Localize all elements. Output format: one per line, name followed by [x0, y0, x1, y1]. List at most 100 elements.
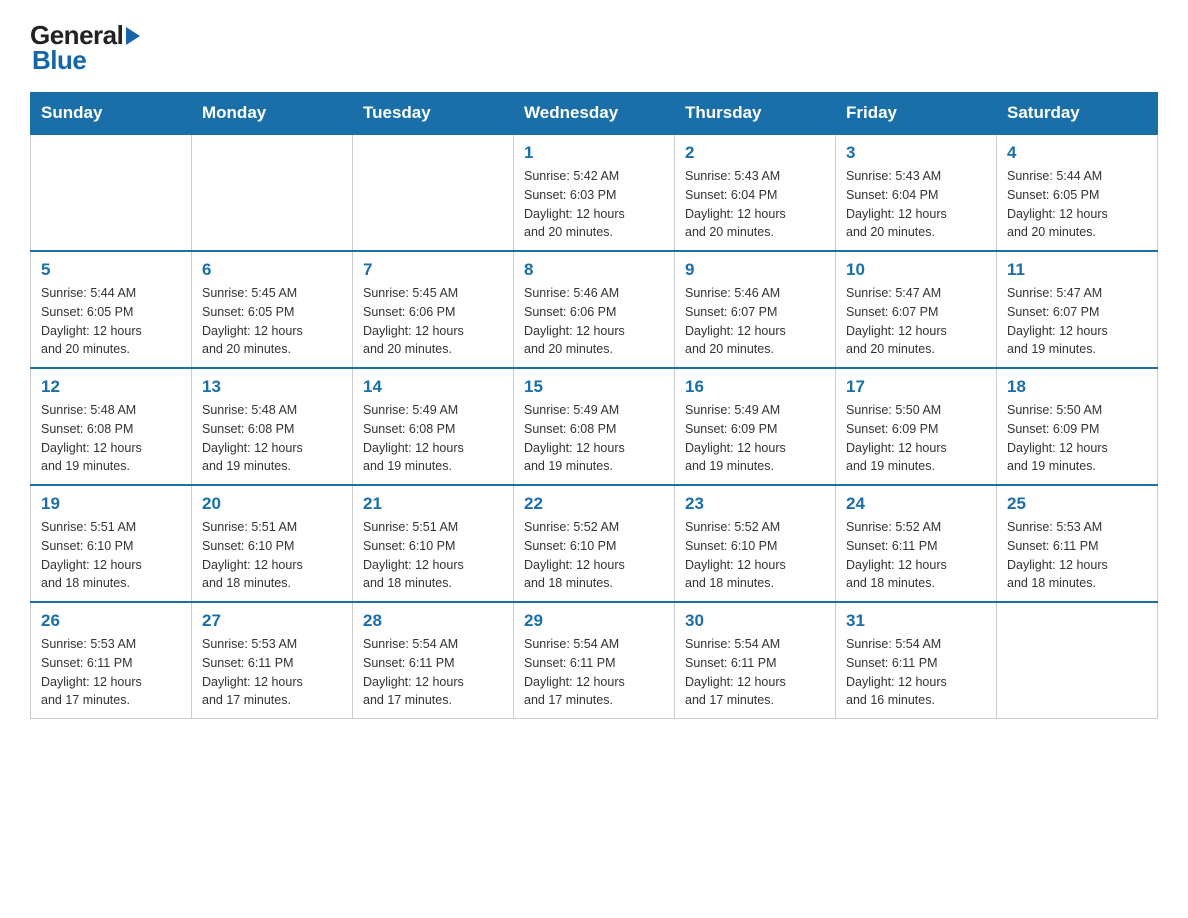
day-number: 17	[846, 377, 986, 397]
day-number: 30	[685, 611, 825, 631]
logo-blue-text: Blue	[30, 45, 86, 76]
day-header-sunday: Sunday	[31, 93, 192, 135]
day-header-monday: Monday	[192, 93, 353, 135]
day-info: Sunrise: 5:51 AM Sunset: 6:10 PM Dayligh…	[202, 518, 342, 593]
day-info: Sunrise: 5:53 AM Sunset: 6:11 PM Dayligh…	[1007, 518, 1147, 593]
day-number: 28	[363, 611, 503, 631]
logo: General Blue	[30, 20, 147, 76]
calendar-cell	[31, 134, 192, 251]
day-number: 5	[41, 260, 181, 280]
day-number: 3	[846, 143, 986, 163]
calendar-week-row: 26 Sunrise: 5:53 AM Sunset: 6:11 PM Dayli…	[31, 602, 1158, 719]
calendar-cell: 27 Sunrise: 5:53 AM Sunset: 6:11 PM Dayli…	[192, 602, 353, 719]
calendar-cell: 3 Sunrise: 5:43 AM Sunset: 6:04 PM Daylig…	[836, 134, 997, 251]
day-info: Sunrise: 5:43 AM Sunset: 6:04 PM Dayligh…	[685, 167, 825, 242]
calendar-cell: 17 Sunrise: 5:50 AM Sunset: 6:09 PM Dayli…	[836, 368, 997, 485]
day-header-saturday: Saturday	[997, 93, 1158, 135]
day-info: Sunrise: 5:45 AM Sunset: 6:06 PM Dayligh…	[363, 284, 503, 359]
calendar-cell: 15 Sunrise: 5:49 AM Sunset: 6:08 PM Dayli…	[514, 368, 675, 485]
day-number: 16	[685, 377, 825, 397]
day-info: Sunrise: 5:48 AM Sunset: 6:08 PM Dayligh…	[202, 401, 342, 476]
day-info: Sunrise: 5:46 AM Sunset: 6:07 PM Dayligh…	[685, 284, 825, 359]
day-header-thursday: Thursday	[675, 93, 836, 135]
calendar-cell: 24 Sunrise: 5:52 AM Sunset: 6:11 PM Dayli…	[836, 485, 997, 602]
day-info: Sunrise: 5:52 AM Sunset: 6:10 PM Dayligh…	[685, 518, 825, 593]
day-number: 14	[363, 377, 503, 397]
day-number: 1	[524, 143, 664, 163]
day-number: 18	[1007, 377, 1147, 397]
calendar-cell: 19 Sunrise: 5:51 AM Sunset: 6:10 PM Dayli…	[31, 485, 192, 602]
calendar-week-row: 5 Sunrise: 5:44 AM Sunset: 6:05 PM Daylig…	[31, 251, 1158, 368]
day-number: 9	[685, 260, 825, 280]
calendar-cell: 30 Sunrise: 5:54 AM Sunset: 6:11 PM Dayli…	[675, 602, 836, 719]
calendar-cell: 25 Sunrise: 5:53 AM Sunset: 6:11 PM Dayli…	[997, 485, 1158, 602]
day-info: Sunrise: 5:52 AM Sunset: 6:11 PM Dayligh…	[846, 518, 986, 593]
day-number: 8	[524, 260, 664, 280]
day-number: 22	[524, 494, 664, 514]
day-header-tuesday: Tuesday	[353, 93, 514, 135]
day-number: 6	[202, 260, 342, 280]
day-number: 11	[1007, 260, 1147, 280]
calendar-cell: 21 Sunrise: 5:51 AM Sunset: 6:10 PM Dayli…	[353, 485, 514, 602]
day-info: Sunrise: 5:48 AM Sunset: 6:08 PM Dayligh…	[41, 401, 181, 476]
calendar-cell: 11Sunrise: 5:47 AM Sunset: 6:07 PM Dayli…	[997, 251, 1158, 368]
day-number: 21	[363, 494, 503, 514]
logo-arrow-icon	[125, 25, 145, 47]
day-number: 29	[524, 611, 664, 631]
calendar-cell: 1 Sunrise: 5:42 AM Sunset: 6:03 PM Daylig…	[514, 134, 675, 251]
calendar-cell: 6 Sunrise: 5:45 AM Sunset: 6:05 PM Daylig…	[192, 251, 353, 368]
day-number: 19	[41, 494, 181, 514]
calendar-cell: 5 Sunrise: 5:44 AM Sunset: 6:05 PM Daylig…	[31, 251, 192, 368]
day-info: Sunrise: 5:54 AM Sunset: 6:11 PM Dayligh…	[685, 635, 825, 710]
day-number: 31	[846, 611, 986, 631]
calendar-cell: 7 Sunrise: 5:45 AM Sunset: 6:06 PM Daylig…	[353, 251, 514, 368]
calendar-cell: 12Sunrise: 5:48 AM Sunset: 6:08 PM Dayli…	[31, 368, 192, 485]
calendar-cell	[997, 602, 1158, 719]
day-number: 26	[41, 611, 181, 631]
day-info: Sunrise: 5:49 AM Sunset: 6:08 PM Dayligh…	[363, 401, 503, 476]
calendar-table: SundayMondayTuesdayWednesdayThursdayFrid…	[30, 92, 1158, 719]
day-info: Sunrise: 5:53 AM Sunset: 6:11 PM Dayligh…	[41, 635, 181, 710]
calendar-cell: 4 Sunrise: 5:44 AM Sunset: 6:05 PM Daylig…	[997, 134, 1158, 251]
day-header-friday: Friday	[836, 93, 997, 135]
calendar-cell: 29 Sunrise: 5:54 AM Sunset: 6:11 PM Dayli…	[514, 602, 675, 719]
calendar-cell	[192, 134, 353, 251]
calendar-week-row: 1 Sunrise: 5:42 AM Sunset: 6:03 PM Daylig…	[31, 134, 1158, 251]
day-number: 25	[1007, 494, 1147, 514]
day-info: Sunrise: 5:44 AM Sunset: 6:05 PM Dayligh…	[1007, 167, 1147, 242]
day-number: 23	[685, 494, 825, 514]
calendar-cell: 14 Sunrise: 5:49 AM Sunset: 6:08 PM Dayli…	[353, 368, 514, 485]
day-info: Sunrise: 5:50 AM Sunset: 6:09 PM Dayligh…	[1007, 401, 1147, 476]
day-info: Sunrise: 5:54 AM Sunset: 6:11 PM Dayligh…	[524, 635, 664, 710]
day-info: Sunrise: 5:49 AM Sunset: 6:08 PM Dayligh…	[524, 401, 664, 476]
day-info: Sunrise: 5:44 AM Sunset: 6:05 PM Dayligh…	[41, 284, 181, 359]
calendar-cell: 31 Sunrise: 5:54 AM Sunset: 6:11 PM Dayli…	[836, 602, 997, 719]
day-number: 20	[202, 494, 342, 514]
day-number: 4	[1007, 143, 1147, 163]
day-info: Sunrise: 5:53 AM Sunset: 6:11 PM Dayligh…	[202, 635, 342, 710]
day-info: Sunrise: 5:47 AM Sunset: 6:07 PM Dayligh…	[846, 284, 986, 359]
page-header: General Blue	[30, 20, 1158, 76]
calendar-cell: 26 Sunrise: 5:53 AM Sunset: 6:11 PM Dayli…	[31, 602, 192, 719]
day-info: Sunrise: 5:42 AM Sunset: 6:03 PM Dayligh…	[524, 167, 664, 242]
day-number: 27	[202, 611, 342, 631]
day-number: 15	[524, 377, 664, 397]
day-info: Sunrise: 5:43 AM Sunset: 6:04 PM Dayligh…	[846, 167, 986, 242]
day-info: Sunrise: 5:50 AM Sunset: 6:09 PM Dayligh…	[846, 401, 986, 476]
calendar-cell: 28Sunrise: 5:54 AM Sunset: 6:11 PM Dayli…	[353, 602, 514, 719]
day-header-wednesday: Wednesday	[514, 93, 675, 135]
day-info: Sunrise: 5:51 AM Sunset: 6:10 PM Dayligh…	[363, 518, 503, 593]
calendar-cell: 13Sunrise: 5:48 AM Sunset: 6:08 PM Dayli…	[192, 368, 353, 485]
day-number: 10	[846, 260, 986, 280]
calendar-cell: 18 Sunrise: 5:50 AM Sunset: 6:09 PM Dayli…	[997, 368, 1158, 485]
day-info: Sunrise: 5:52 AM Sunset: 6:10 PM Dayligh…	[524, 518, 664, 593]
calendar-cell: 8Sunrise: 5:46 AM Sunset: 6:06 PM Daylig…	[514, 251, 675, 368]
day-number: 7	[363, 260, 503, 280]
day-number: 2	[685, 143, 825, 163]
calendar-cell: 20 Sunrise: 5:51 AM Sunset: 6:10 PM Dayli…	[192, 485, 353, 602]
day-info: Sunrise: 5:45 AM Sunset: 6:05 PM Dayligh…	[202, 284, 342, 359]
calendar-cell: 10 Sunrise: 5:47 AM Sunset: 6:07 PM Dayli…	[836, 251, 997, 368]
day-info: Sunrise: 5:54 AM Sunset: 6:11 PM Dayligh…	[846, 635, 986, 710]
day-number: 24	[846, 494, 986, 514]
day-info: Sunrise: 5:51 AM Sunset: 6:10 PM Dayligh…	[41, 518, 181, 593]
